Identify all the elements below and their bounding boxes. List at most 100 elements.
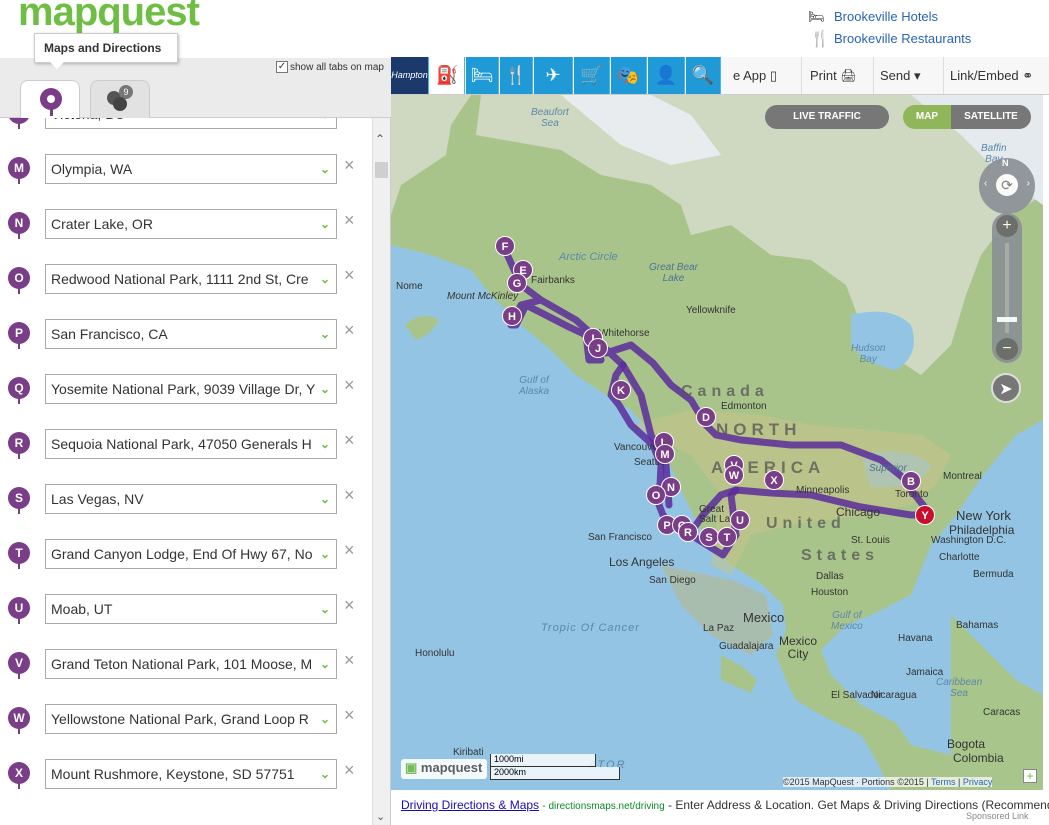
pan-left-icon[interactable]: ‹ xyxy=(984,178,987,189)
chevron-down-icon[interactable]: ⌄ xyxy=(320,162,330,176)
chevron-down-icon[interactable]: ⌄ xyxy=(320,437,330,451)
satellite-view-button[interactable]: SATELLITE xyxy=(951,105,1031,129)
map-pin-r[interactable]: R xyxy=(678,522,698,542)
hotels-link[interactable]: Brookeville Hotels xyxy=(834,9,938,24)
chevron-down-icon[interactable]: ⌄ xyxy=(320,657,330,671)
map-pin-t[interactable]: T xyxy=(717,527,737,547)
remove-stop-icon[interactable]: × xyxy=(344,760,355,781)
stop-input[interactable]: Grand Teton National Park, 101 Moose, M ⌄ xyxy=(45,649,337,679)
stop-input[interactable]: San Francisco, CA ⌄ xyxy=(45,319,337,349)
stop-input[interactable]: Redwood National Park, 1111 2nd St, Cre ⌄ xyxy=(45,264,337,294)
search-icon[interactable]: 🔍 xyxy=(686,57,721,94)
chevron-down-icon[interactable]: ⌄ xyxy=(320,492,330,506)
map-pin-f[interactable]: F xyxy=(495,236,515,256)
remove-stop-icon[interactable]: × xyxy=(344,118,355,121)
chevron-down-icon[interactable]: ⌄ xyxy=(320,217,330,231)
chevron-down-icon[interactable]: ⌄ xyxy=(320,547,330,561)
map-pin-b[interactable]: B xyxy=(901,471,921,491)
remove-stop-icon[interactable]: × xyxy=(344,210,355,231)
map-pin-o[interactable]: O xyxy=(646,485,666,505)
map-pin-d[interactable]: D xyxy=(696,407,716,427)
show-all-checkbox[interactable]: ✓ xyxy=(276,61,288,73)
stop-input[interactable]: Mount Rushmore, Keystone, SD 57751 ⌄ xyxy=(45,759,337,789)
map-pin-s[interactable]: S xyxy=(699,527,719,547)
food-icon[interactable]: 🍴 xyxy=(500,57,533,94)
entertainment-icon[interactable]: 🎭 xyxy=(611,57,647,94)
map-pin-k[interactable]: K xyxy=(611,380,631,400)
label-great-bear-lake: Great Bear Lake xyxy=(649,262,698,284)
remove-stop-icon[interactable]: × xyxy=(344,650,355,671)
chevron-down-icon[interactable]: ⌄ xyxy=(320,272,330,286)
stop-input[interactable]: Crater Lake, OR ⌄ xyxy=(45,209,337,239)
map-pin-x[interactable]: X xyxy=(764,470,784,490)
map-view-button[interactable]: MAP xyxy=(903,105,951,129)
stop-input[interactable]: Las Vegas, NV ⌄ xyxy=(45,484,337,514)
gas-icon[interactable]: ⛽ xyxy=(431,57,465,94)
hampton-logo[interactable]: Hampton xyxy=(391,57,429,94)
zoom-out-button[interactable]: − xyxy=(996,338,1018,360)
map-pin-y[interactable]: Y xyxy=(915,505,935,525)
stop-input[interactable]: Grand Canyon Lodge, End Of Hwy 67, No ⌄ xyxy=(45,539,337,569)
remove-stop-icon[interactable]: × xyxy=(344,320,355,341)
remove-stop-icon[interactable]: × xyxy=(344,375,355,396)
expand-map-icon[interactable]: + xyxy=(1023,769,1037,783)
stop-input[interactable]: Olympia, WA ⌄ xyxy=(45,154,337,184)
print-button[interactable]: Print 🖨 xyxy=(801,57,863,94)
privacy-link[interactable]: Privacy xyxy=(963,777,993,787)
scroll-thumb[interactable] xyxy=(375,162,388,178)
shopping-cart-icon[interactable]: 🛒 xyxy=(574,57,610,94)
stop-input[interactable]: Victoria, BC ⌄ xyxy=(45,118,337,129)
label-whitehorse: Whitehorse xyxy=(599,328,650,339)
restaurants-link[interactable]: Brookeville Restaurants xyxy=(834,31,971,46)
scroll-up-icon[interactable]: ⌃ xyxy=(375,132,385,146)
map-pin-j[interactable]: J xyxy=(588,338,608,358)
rotate-icon[interactable]: ⟳ xyxy=(996,174,1018,196)
remove-stop-icon[interactable]: × xyxy=(344,705,355,726)
ad-url[interactable]: directionsmaps.net/driving xyxy=(549,801,665,812)
label-honolulu: Honolulu xyxy=(415,648,455,659)
send-button[interactable]: Send ▾ xyxy=(873,57,927,94)
hotel-search-icon[interactable]: 🛏 xyxy=(466,57,499,94)
pan-right-icon[interactable]: › xyxy=(1027,178,1030,189)
chevron-down-icon[interactable]: ⌄ xyxy=(320,327,330,341)
services-icon[interactable]: 👤 xyxy=(648,57,685,94)
map-pin-g[interactable]: G xyxy=(507,273,527,293)
show-all-tabs-toggle[interactable]: ✓ show all tabs on map xyxy=(276,61,384,73)
stops-scrollbar[interactable]: ⌃ ⌄ xyxy=(372,118,390,825)
zoom-slider-handle[interactable] xyxy=(997,317,1017,322)
chevron-down-icon[interactable]: ⌄ xyxy=(320,767,330,781)
remove-stop-icon[interactable]: × xyxy=(344,485,355,506)
mapquest-logo[interactable]: mapquest xyxy=(18,0,200,35)
tab-multi-stop[interactable]: 9 xyxy=(90,80,150,119)
map-pin-m[interactable]: M xyxy=(655,444,675,464)
mobile-app-link[interactable]: e App ▯ xyxy=(727,57,783,94)
stop-input[interactable]: Moab, UT ⌄ xyxy=(45,594,337,624)
map-pin-w[interactable]: W xyxy=(724,465,744,485)
tab-directions[interactable] xyxy=(20,80,80,119)
chevron-down-icon[interactable]: ⌄ xyxy=(320,712,330,726)
zoom-in-button[interactable]: + xyxy=(996,215,1018,237)
map-pin-u[interactable]: U xyxy=(730,510,750,530)
travel-icon[interactable]: ✈ xyxy=(534,57,573,94)
chevron-down-icon[interactable]: ⌄ xyxy=(320,382,330,396)
ad-link[interactable]: Driving Directions & Maps xyxy=(401,798,539,812)
remove-stop-icon[interactable]: × xyxy=(344,265,355,286)
stop-input[interactable]: Yellowstone National Park, Grand Loop R ⌄ xyxy=(45,704,337,734)
link-embed-button[interactable]: Link/Embed ⚭ xyxy=(943,57,1039,94)
stop-input[interactable]: Yosemite National Park, 9039 Village Dr,… xyxy=(45,374,337,404)
remove-stop-icon[interactable]: × xyxy=(344,540,355,561)
live-traffic-button[interactable]: LIVE TRAFFIC xyxy=(765,105,889,129)
map-canvas[interactable]: Beaufort Sea Baffin Bay Hudson Bay Gulf of A… xyxy=(391,95,1043,790)
chevron-down-icon[interactable]: ⌄ xyxy=(320,602,330,616)
map-pin-h[interactable]: H xyxy=(502,306,522,326)
pan-control[interactable]: N ⟳ ‹ › xyxy=(979,158,1035,214)
terms-link[interactable]: Terms xyxy=(931,777,956,787)
locate-me-button[interactable]: ➤ xyxy=(991,373,1021,403)
chevron-down-icon[interactable]: ⌄ xyxy=(320,118,330,121)
remove-stop-icon[interactable]: × xyxy=(344,595,355,616)
remove-stop-icon[interactable]: × xyxy=(344,155,355,176)
scroll-down-icon[interactable]: ⌄ xyxy=(376,810,385,823)
stop-input[interactable]: Sequoia National Park, 47050 Generals H ⌄ xyxy=(45,429,337,459)
restaurant-icon: 🍴 xyxy=(810,31,830,48)
remove-stop-icon[interactable]: × xyxy=(344,430,355,451)
